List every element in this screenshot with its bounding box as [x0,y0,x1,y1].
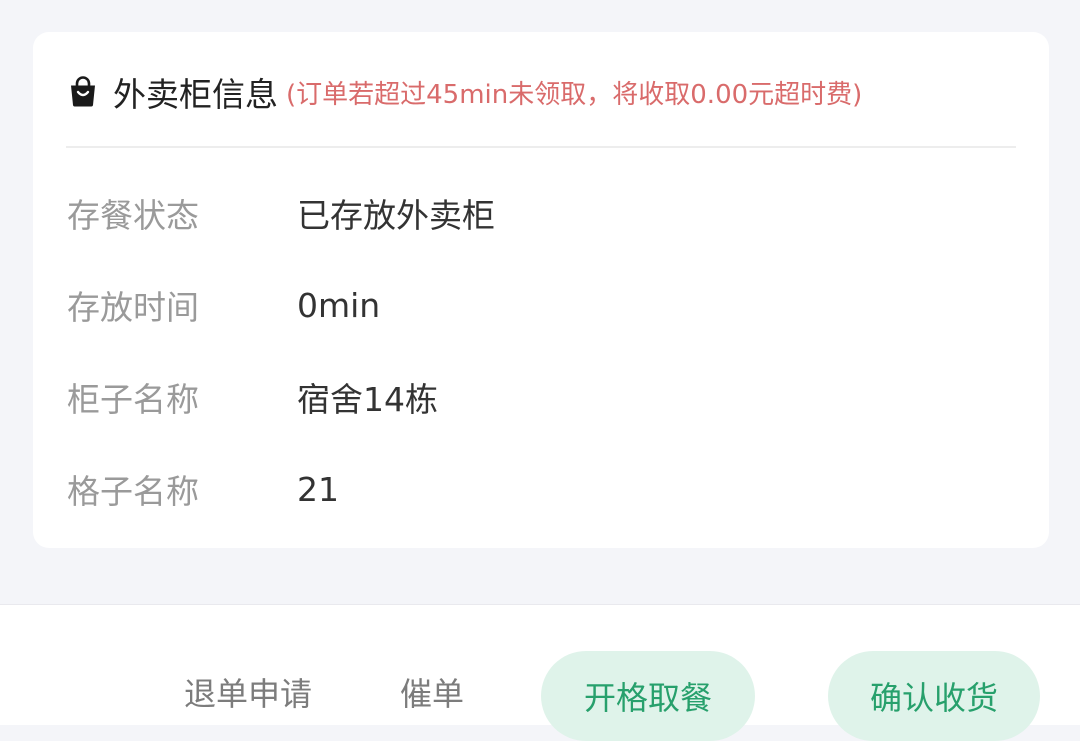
row-label: 存餐状态 [67,196,199,235]
header-divider [66,146,1016,148]
info-row-storage-status: 存餐状态 已存放外卖柜 [67,188,495,238]
info-row-storage-time: 存放时间 0min [67,280,380,330]
confirm-receipt-button[interactable]: 确认收货 [828,651,1040,741]
info-row-locker-name: 柜子名称 宿舍14栋 [67,372,438,422]
urge-order-button[interactable]: 催单 [400,669,464,715]
row-value: 已存放外卖柜 [297,196,495,235]
row-label: 格子名称 [67,472,199,511]
refund-request-button[interactable]: 退单申请 [184,669,312,715]
info-row-cell-name: 格子名称 21 [67,464,339,514]
row-value: 宿舍14栋 [297,380,438,419]
row-value: 0min [297,285,381,325]
bottom-action-bar: 退单申请 催单 开格取餐 确认收货 [0,604,1080,741]
shopping-bag-icon [67,76,99,108]
overtime-fee-note: (订单若超过45min未领取，将收取0.00元超时费) [286,79,863,110]
open-cell-pickup-button[interactable]: 开格取餐 [541,651,755,741]
card-header: 外卖柜信息 (订单若超过45min未领取，将收取0.00元超时费) [67,70,862,114]
card-title: 外卖柜信息 [113,75,278,114]
row-value: 21 [297,469,339,509]
row-label: 柜子名称 [67,380,199,419]
locker-info-card: 外卖柜信息 (订单若超过45min未领取，将收取0.00元超时费) 存餐状态 已… [33,32,1049,548]
row-label: 存放时间 [67,288,199,327]
